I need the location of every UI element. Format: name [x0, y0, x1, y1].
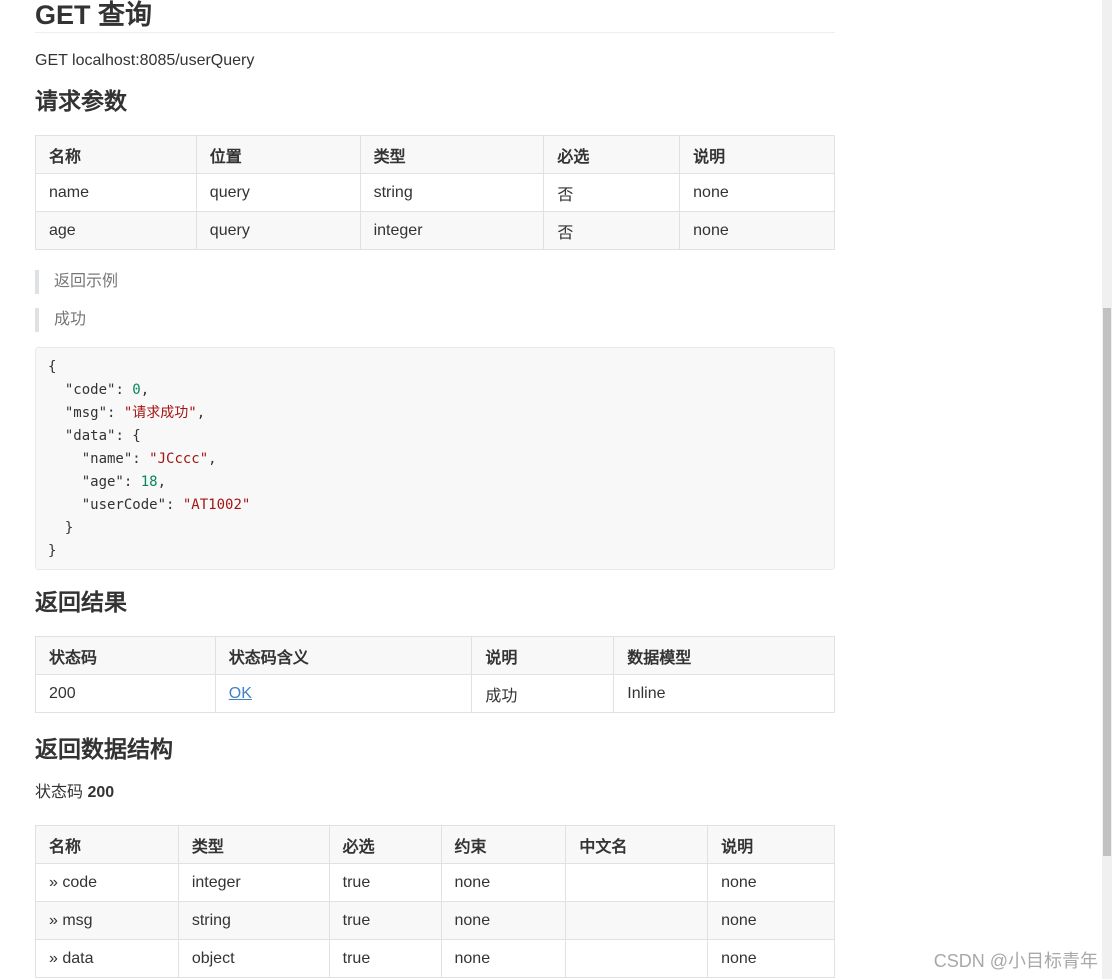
table-cell: true: [328, 863, 442, 902]
table-row: » data object true none none: [35, 939, 835, 978]
result-heading: 返回结果: [35, 589, 127, 615]
result-table: 状态码 状态码含义 说明 数据模型 200 OK 成功 Inline: [35, 636, 835, 713]
watermark: CSDN @小目标青年: [933, 951, 1098, 971]
example-blockquote: 返回示例: [35, 270, 835, 294]
column-header: 类型: [177, 825, 330, 864]
table-cell: none: [440, 863, 567, 902]
table-cell: [565, 901, 709, 940]
doc-content: GET 查询 GET localhost:8085/userQuery 请求参数…: [35, 0, 835, 978]
column-header: 说明: [707, 825, 835, 864]
table-row: » code integer true none none: [35, 863, 835, 902]
table-cell: » code: [35, 863, 179, 902]
column-header: 说明: [679, 135, 835, 174]
table-cell: string: [359, 173, 545, 212]
table-cell: integer: [177, 863, 330, 902]
response-code-block: { "code": 0, "msg": "请求成功", "data": { "n…: [35, 347, 835, 570]
column-header: 数据模型: [613, 636, 835, 675]
table-cell: age: [35, 211, 197, 250]
table-cell: object: [177, 939, 330, 978]
table-header-row: 名称 类型 必选 约束 中文名 说明: [35, 825, 835, 864]
table-cell: none: [707, 863, 835, 902]
column-header: 状态码: [35, 636, 216, 675]
page-title: GET 查询: [35, 0, 835, 33]
table-cell: name: [35, 173, 197, 212]
column-header: 位置: [195, 135, 361, 174]
table-header-row: 状态码 状态码含义 说明 数据模型: [35, 636, 835, 675]
table-cell: none: [707, 939, 835, 978]
table-cell: OK: [214, 674, 473, 713]
table-row: name query string 否 none: [35, 173, 835, 212]
table-cell: 否: [543, 211, 681, 250]
table-cell: none: [679, 211, 835, 250]
table-cell: none: [707, 901, 835, 940]
column-header: 名称: [35, 135, 197, 174]
table-cell: true: [328, 939, 442, 978]
table-cell: query: [195, 173, 361, 212]
success-blockquote: 成功: [35, 308, 835, 332]
column-header: 中文名: [565, 825, 709, 864]
table-cell: integer: [359, 211, 545, 250]
status-code-line: 状态码 200: [35, 784, 115, 801]
table-cell: [565, 863, 709, 902]
table-cell: 200: [35, 674, 216, 713]
vertical-scrollbar[interactable]: [1102, 0, 1112, 979]
table-cell: 成功: [471, 674, 615, 713]
struct-table: 名称 类型 必选 约束 中文名 说明 » code integer true n…: [35, 825, 835, 978]
table-cell: string: [177, 901, 330, 940]
scrollbar-thumb[interactable]: [1103, 308, 1111, 856]
table-cell: query: [195, 211, 361, 250]
table-cell: true: [328, 901, 442, 940]
column-header: 状态码含义: [214, 636, 473, 675]
table-cell: [565, 939, 709, 978]
endpoint-line: GET localhost:8085/userQuery: [35, 52, 255, 69]
table-cell: » msg: [35, 901, 179, 940]
table-cell: none: [440, 939, 567, 978]
column-header: 类型: [359, 135, 545, 174]
column-header: 说明: [471, 636, 615, 675]
table-row: age query integer 否 none: [35, 211, 835, 250]
table-cell: » data: [35, 939, 179, 978]
params-table: 名称 位置 类型 必选 说明 name query string 否 none …: [35, 135, 835, 250]
column-header: 必选: [543, 135, 681, 174]
table-row: » msg string true none none: [35, 901, 835, 940]
table-header-row: 名称 位置 类型 必选 说明: [35, 135, 835, 174]
struct-heading: 返回数据结构: [35, 736, 173, 762]
ok-status-link[interactable]: OK: [229, 685, 252, 702]
params-heading: 请求参数: [35, 88, 127, 114]
column-header: 约束: [440, 825, 567, 864]
column-header: 必选: [328, 825, 442, 864]
table-cell: none: [679, 173, 835, 212]
table-cell: Inline: [613, 674, 835, 713]
table-cell: 否: [543, 173, 681, 212]
table-cell: none: [440, 901, 567, 940]
table-row: 200 OK 成功 Inline: [35, 674, 835, 713]
column-header: 名称: [35, 825, 179, 864]
